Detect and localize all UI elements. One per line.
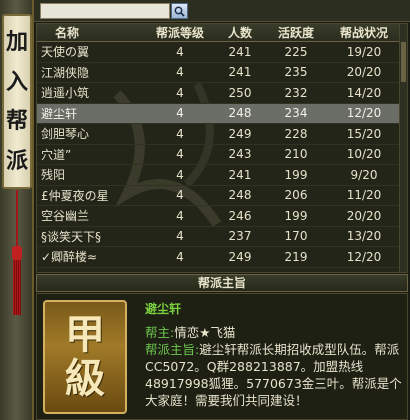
- cell-war: 13/20: [346, 229, 382, 244]
- search-button[interactable]: [171, 3, 188, 19]
- col-header-activity[interactable]: 活跃度: [265, 24, 327, 41]
- cell-level: 4: [176, 44, 184, 59]
- cell-war: 14/20: [346, 85, 382, 100]
- guild-purpose-panel: 甲 級 避尘轩 帮主:情恋★飞猫 帮派主旨:避尘轩帮派长期招收成型队伍。帮派CC…: [36, 293, 408, 420]
- col-header-level[interactable]: 帮派等级: [145, 24, 215, 41]
- cell-name: ✓卿醉楼≈: [41, 250, 98, 265]
- leader-value: 情恋★飞猫: [174, 325, 236, 340]
- cell-war: 15/20: [346, 126, 382, 141]
- left-banner: 加 入 帮 派: [0, 0, 34, 420]
- purpose-label: 帮派主旨:: [145, 342, 200, 357]
- cell-name: 江湖侠隐: [41, 65, 90, 80]
- guild-search-input[interactable]: [40, 3, 170, 19]
- table-header: 名称 帮派等级 人数 活跃度 帮战状况: [37, 24, 407, 42]
- cell-name: 空谷幽兰: [41, 209, 90, 224]
- cell-members: 241: [228, 65, 252, 80]
- cell-members: 237: [228, 229, 252, 244]
- cell-level: 4: [176, 85, 184, 100]
- cell-members: 246: [228, 208, 252, 223]
- cell-level: 4: [176, 106, 184, 121]
- table-row[interactable]: 天使の翼 4 241 225 19/20: [37, 42, 407, 63]
- table-row[interactable]: 江湖侠隐 4 241 235 20/20: [37, 63, 407, 83]
- table-row[interactable]: 残阳 4 241 199 9/20: [37, 165, 407, 186]
- cell-name: 穴道”: [41, 147, 72, 162]
- search-bar: [34, 0, 410, 22]
- cell-name: £仲夏夜の星: [41, 188, 109, 203]
- emblem-char: 級: [65, 355, 105, 402]
- cell-activity: 235: [284, 65, 308, 80]
- cell-name: 避尘轩: [41, 106, 78, 121]
- cell-name: §谈笑天下§: [41, 229, 102, 244]
- col-header-name[interactable]: 名称: [37, 24, 145, 41]
- cell-level: 4: [176, 126, 184, 141]
- cell-name: 剑胆琴心: [41, 127, 90, 142]
- cell-members: 248: [228, 106, 252, 121]
- table-row[interactable]: 剑胆琴心 4 249 228 15/20: [37, 124, 407, 145]
- cell-activity: 206: [284, 188, 308, 203]
- cell-war: 19/20: [346, 44, 382, 59]
- table-row[interactable]: §谈笑天下§ 4 237 170 13/20: [37, 227, 407, 247]
- cell-level: 4: [176, 65, 184, 80]
- table-row-selected[interactable]: 避尘轩 4 248 234 12/20: [37, 103, 407, 124]
- banner-char: 入: [5, 68, 28, 95]
- cell-war: 10/20: [346, 147, 382, 162]
- table-row[interactable]: £仲夏夜の星 4 248 206 11/20: [37, 186, 407, 206]
- purpose-line: 帮派主旨:避尘轩帮派长期招收成型队伍。帮派CC5072。Q群288213887。…: [145, 341, 403, 409]
- banner-char: 加: [5, 28, 28, 55]
- cell-activity: 219: [284, 249, 308, 264]
- cell-level: 4: [176, 208, 184, 223]
- table-row[interactable]: 空谷幽兰 4 246 199 20/20: [37, 206, 407, 227]
- cell-level: 4: [176, 188, 184, 203]
- cell-level: 4: [176, 249, 184, 264]
- leader-label: 帮主:: [145, 325, 175, 340]
- emblem-char: 甲: [65, 311, 105, 358]
- table-row[interactable]: 穴道” 4 243 210 10/20: [37, 145, 407, 165]
- banner-char: 派: [5, 148, 28, 175]
- cell-war: 20/20: [346, 65, 382, 80]
- cell-war: 9/20: [350, 167, 378, 182]
- table-row[interactable]: 逍遥小筑 4 250 232 14/20: [37, 83, 407, 104]
- cell-activity: 170: [284, 229, 308, 244]
- cell-war: 20/20: [346, 208, 382, 223]
- tassel-decoration: [12, 190, 22, 320]
- cell-members: 249: [228, 249, 252, 264]
- cell-war: 12/20: [346, 249, 382, 264]
- search-icon: [174, 2, 185, 21]
- cell-members: 241: [228, 44, 252, 59]
- cell-members: 241: [228, 167, 252, 182]
- cell-name: 逍遥小筑: [41, 86, 90, 101]
- banner-char: 帮: [5, 108, 28, 135]
- cell-level: 4: [176, 147, 184, 162]
- guild-info-text: 帮主:情恋★飞猫 帮派主旨:避尘轩帮派长期招收成型队伍。帮派CC5072。Q群2…: [145, 324, 403, 409]
- purpose-panel-title: 帮派主旨: [36, 274, 408, 292]
- col-header-war[interactable]: 帮战状况: [327, 24, 401, 41]
- scrollbar-thumb[interactable]: [401, 42, 406, 82]
- cell-activity: 225: [284, 44, 308, 59]
- cell-activity: 228: [284, 126, 308, 141]
- leader-line: 帮主:情恋★飞猫: [145, 324, 403, 341]
- cell-members: 249: [228, 126, 252, 141]
- cell-war: 12/20: [346, 106, 382, 121]
- cell-activity: 199: [284, 167, 308, 182]
- table-row[interactable]: ✓卿醉楼≈ 4 249 219 12/20: [37, 247, 407, 268]
- guild-rank-emblem: 甲 級: [43, 300, 127, 414]
- guild-list-table: 名称 帮派等级 人数 活跃度 帮战状况 天使の翼 4 241 225 19/20…: [36, 23, 408, 273]
- cell-activity: 199: [284, 208, 308, 223]
- join-guild-banner: 加 入 帮 派: [2, 14, 32, 189]
- table-scrollbar[interactable]: [399, 24, 407, 272]
- selected-guild-name: 避尘轩: [145, 302, 182, 316]
- cell-war: 11/20: [346, 188, 382, 203]
- cell-level: 4: [176, 229, 184, 244]
- cell-members: 248: [228, 188, 252, 203]
- cell-level: 4: [176, 167, 184, 182]
- cell-name: 天使の翼: [41, 45, 90, 60]
- cell-activity: 234: [284, 106, 308, 121]
- col-header-members[interactable]: 人数: [215, 24, 265, 41]
- cell-name: 残阳: [41, 168, 66, 183]
- cell-members: 243: [228, 147, 252, 162]
- cell-activity: 210: [284, 147, 308, 162]
- cell-activity: 232: [284, 85, 308, 100]
- cell-members: 250: [228, 85, 252, 100]
